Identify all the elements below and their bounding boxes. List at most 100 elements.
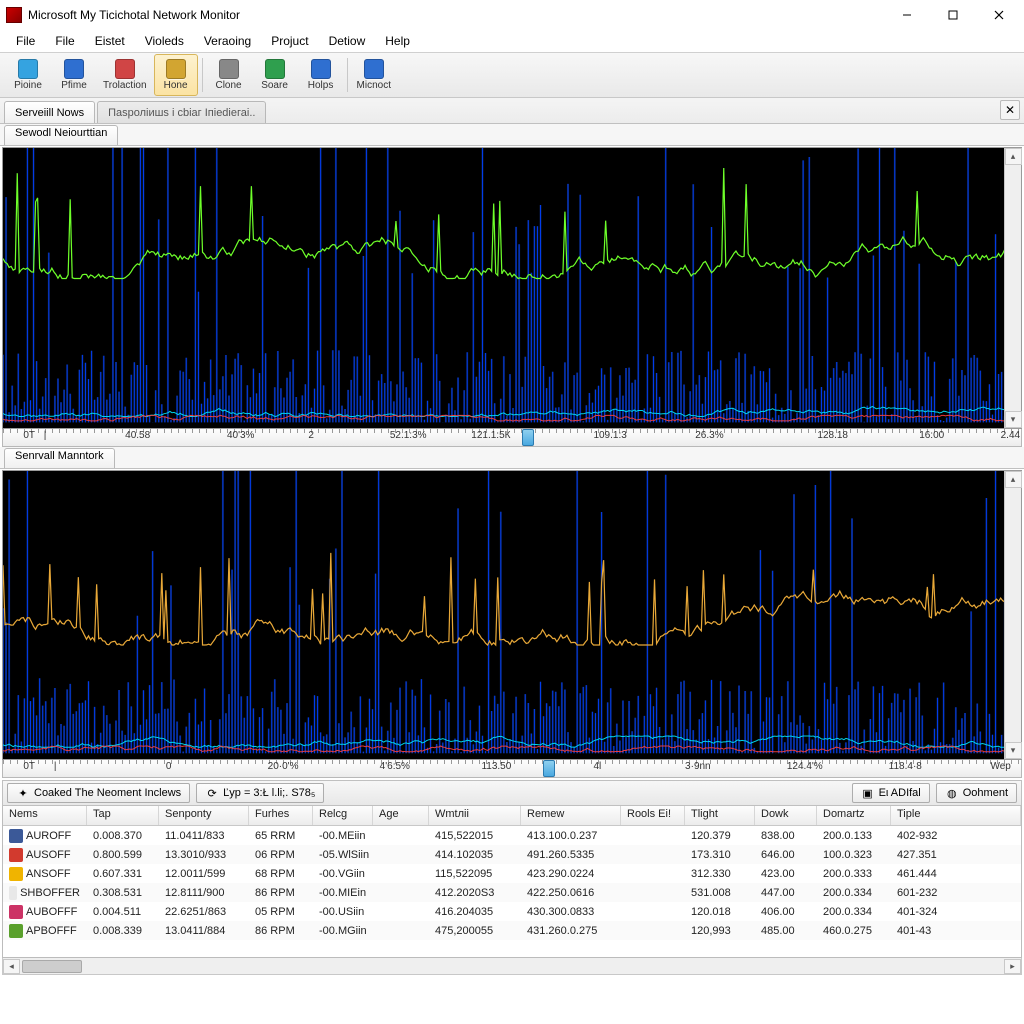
- maximize-button[interactable]: [930, 0, 976, 30]
- column-header-5[interactable]: Age: [373, 806, 429, 825]
- window-icon: [364, 59, 384, 79]
- table-cell: 200.0.334: [817, 905, 891, 919]
- toolbar-pfime-button[interactable]: Pfime: [52, 54, 96, 96]
- column-header-3[interactable]: Furhes: [249, 806, 313, 825]
- menu-detiow[interactable]: Detiow: [319, 32, 376, 50]
- table-cell: 13.3010/933: [159, 848, 249, 862]
- table-hscroll[interactable]: ◂ ▸: [2, 958, 1022, 975]
- add-filter-button[interactable]: ▣ Ει ΑDIfal: [852, 783, 930, 803]
- table-cell: 416.204035: [429, 905, 521, 919]
- axis-tick: 121.1:5К: [471, 430, 510, 441]
- column-header-12[interactable]: Tiple: [891, 806, 1021, 825]
- filter-inclews-button[interactable]: ✦ Coaked The Neoment Inclews: [7, 783, 190, 803]
- panel1-vscroll[interactable]: ▴ ▾: [1004, 148, 1021, 428]
- column-header-4[interactable]: Relcg: [313, 806, 373, 825]
- menu-file-2[interactable]: File: [45, 32, 84, 50]
- table-cell: [373, 854, 429, 856]
- column-header-10[interactable]: Dowk: [755, 806, 817, 825]
- panel2-vscroll[interactable]: ▴ ▾: [1004, 471, 1021, 759]
- table-row[interactable]: AUBOFFF0.004.51122.6251/86305 RPM-00.USi…: [3, 902, 1021, 921]
- panel2-axis[interactable]: 0T|020·0'%4'6:5%113.504l3·9nn124.4'%118.…: [2, 760, 1022, 778]
- table-row[interactable]: AUROFF0.008.37011.0411/83365 RRM-00.MEii…: [3, 826, 1021, 845]
- menu-veraoing[interactable]: Veraoing: [194, 32, 261, 50]
- panel1-axis[interactable]: 0T|40.5840'3%252.1:3%121.1:5К109.1:326.3…: [2, 429, 1022, 447]
- hscroll-thumb[interactable]: [22, 960, 82, 973]
- filter-type-label: Ľyp = 3:Ł l.li;. S78₅: [223, 787, 315, 799]
- main-toolbar: PioinePfimeTrolactionHone Clone SoareHolps…: [0, 52, 1024, 98]
- menu-projuct[interactable]: Projuct: [261, 32, 318, 50]
- menu-bar: File File Eistet Violeds Veraoing Projuc…: [0, 30, 1024, 52]
- table-cell: 120.018: [685, 905, 755, 919]
- add-filter-label: Ει ΑDIfal: [879, 787, 921, 799]
- toolbar-label: Clone: [215, 80, 241, 91]
- table-row[interactable]: APBOFFF0.008.33913.0411/88486 RPM-00.MGi…: [3, 921, 1021, 940]
- table-cell: 200.0.333: [817, 867, 891, 881]
- column-header-1[interactable]: Tap: [87, 806, 159, 825]
- table-cell: 401-324: [891, 905, 1021, 919]
- table-cell: 173.310: [685, 848, 755, 862]
- table-cell: 200.0.334: [817, 886, 891, 900]
- column-header-7[interactable]: Remew: [521, 806, 621, 825]
- scroll-down-icon[interactable]: ▾: [1005, 411, 1022, 428]
- window-title: Microsoft My Ticichotal Network Monitor: [28, 8, 240, 22]
- table-cell: SHBOFFER: [3, 885, 87, 901]
- axis-tick: 0: [166, 761, 172, 772]
- menu-violeds[interactable]: Violeds: [135, 32, 194, 50]
- toolbar-hone-button[interactable]: Hone: [154, 54, 198, 96]
- axis-tick: 4l: [593, 761, 601, 772]
- panel1-tab[interactable]: Sewodl Neiourttian: [4, 125, 118, 145]
- axis-tick: 52.1:3%: [390, 430, 427, 441]
- playhead-marker[interactable]: [543, 760, 555, 777]
- column-header-11[interactable]: Domartz: [817, 806, 891, 825]
- close-tab-button[interactable]: ✕: [1000, 100, 1020, 120]
- panel2-tab[interactable]: Senrvall Manntork: [4, 448, 115, 468]
- minimize-button[interactable]: [884, 0, 930, 30]
- playhead-marker[interactable]: [522, 429, 534, 446]
- column-header-6[interactable]: Wmtлii: [429, 806, 521, 825]
- table-row[interactable]: AUSOFF0.800.59913.3010/93306 RPM-05.WlSi…: [3, 845, 1021, 864]
- toolbar-micnoct-button[interactable]: Micnoct: [352, 54, 396, 96]
- wand-icon: ✦: [16, 786, 30, 800]
- doc-tab-0[interactable]: Serveiill Nows: [4, 101, 95, 123]
- table-cell: 05 RPM: [249, 905, 313, 919]
- row-app-icon: [9, 867, 23, 881]
- toolbar-holps-button[interactable]: Holps: [299, 54, 343, 96]
- table-body: AUROFF0.008.37011.0411/83365 RRM-00.MEii…: [3, 826, 1021, 957]
- scroll-down-icon[interactable]: ▾: [1005, 742, 1022, 759]
- axis-tick: |: [44, 430, 47, 441]
- table-row[interactable]: SHBOFFER0.308.53112.8111/90086 RPM-00.MI…: [3, 883, 1021, 902]
- column-header-9[interactable]: Tlight: [685, 806, 755, 825]
- toolbar-clone-button[interactable]: Clone: [207, 54, 251, 96]
- scroll-left-icon[interactable]: ◂: [3, 959, 20, 974]
- table-cell: [621, 930, 685, 932]
- filter-type-button[interactable]: ⟳ Ľyp = 3:Ł l.li;. S78₅: [196, 783, 324, 803]
- menu-eistet[interactable]: Eistet: [85, 32, 135, 50]
- panel1-graph[interactable]: [3, 148, 1021, 428]
- menu-help[interactable]: Help: [375, 32, 420, 50]
- table-cell: 06 RPM: [249, 848, 313, 862]
- close-button[interactable]: [976, 0, 1022, 30]
- scroll-right-icon[interactable]: ▸: [1004, 959, 1021, 974]
- table-row[interactable]: ANSOFF0.607.33112.0011/59968 RPM-00.VGii…: [3, 864, 1021, 883]
- toolbar-soare-button[interactable]: Soare: [253, 54, 297, 96]
- scroll-up-icon[interactable]: ▴: [1005, 471, 1022, 488]
- comment-button[interactable]: ◍ Oohment: [936, 783, 1017, 803]
- doc-tab-1[interactable]: Паsроліишs і сbіaг Іпіеdіегаі..: [97, 101, 266, 123]
- axis-tick: 0T: [23, 430, 35, 441]
- toolbar-trolaction-button[interactable]: Trolaction: [98, 54, 152, 96]
- table-cell: 460.0.275: [817, 924, 891, 938]
- panel2-graph[interactable]: [3, 471, 1021, 759]
- scroll-up-icon[interactable]: ▴: [1005, 148, 1022, 165]
- axis-tick: 3·9nn: [685, 761, 711, 772]
- column-header-2[interactable]: Senponty: [159, 806, 249, 825]
- table-cell: 646.00: [755, 848, 817, 862]
- column-header-8[interactable]: Rools Ei!: [621, 806, 685, 825]
- axis-tick: 109.1:3: [593, 430, 626, 441]
- table-cell: ANSOFF: [3, 866, 87, 882]
- panel2-tab-row: Senrvall Manntork: [0, 447, 1024, 469]
- toolbar-pioine-button[interactable]: Pioine: [6, 54, 50, 96]
- table-cell: 115,522095: [429, 867, 521, 881]
- table-cell: 415,522015: [429, 829, 521, 843]
- menu-file-1[interactable]: File: [6, 32, 45, 50]
- column-header-0[interactable]: Nems: [3, 806, 87, 825]
